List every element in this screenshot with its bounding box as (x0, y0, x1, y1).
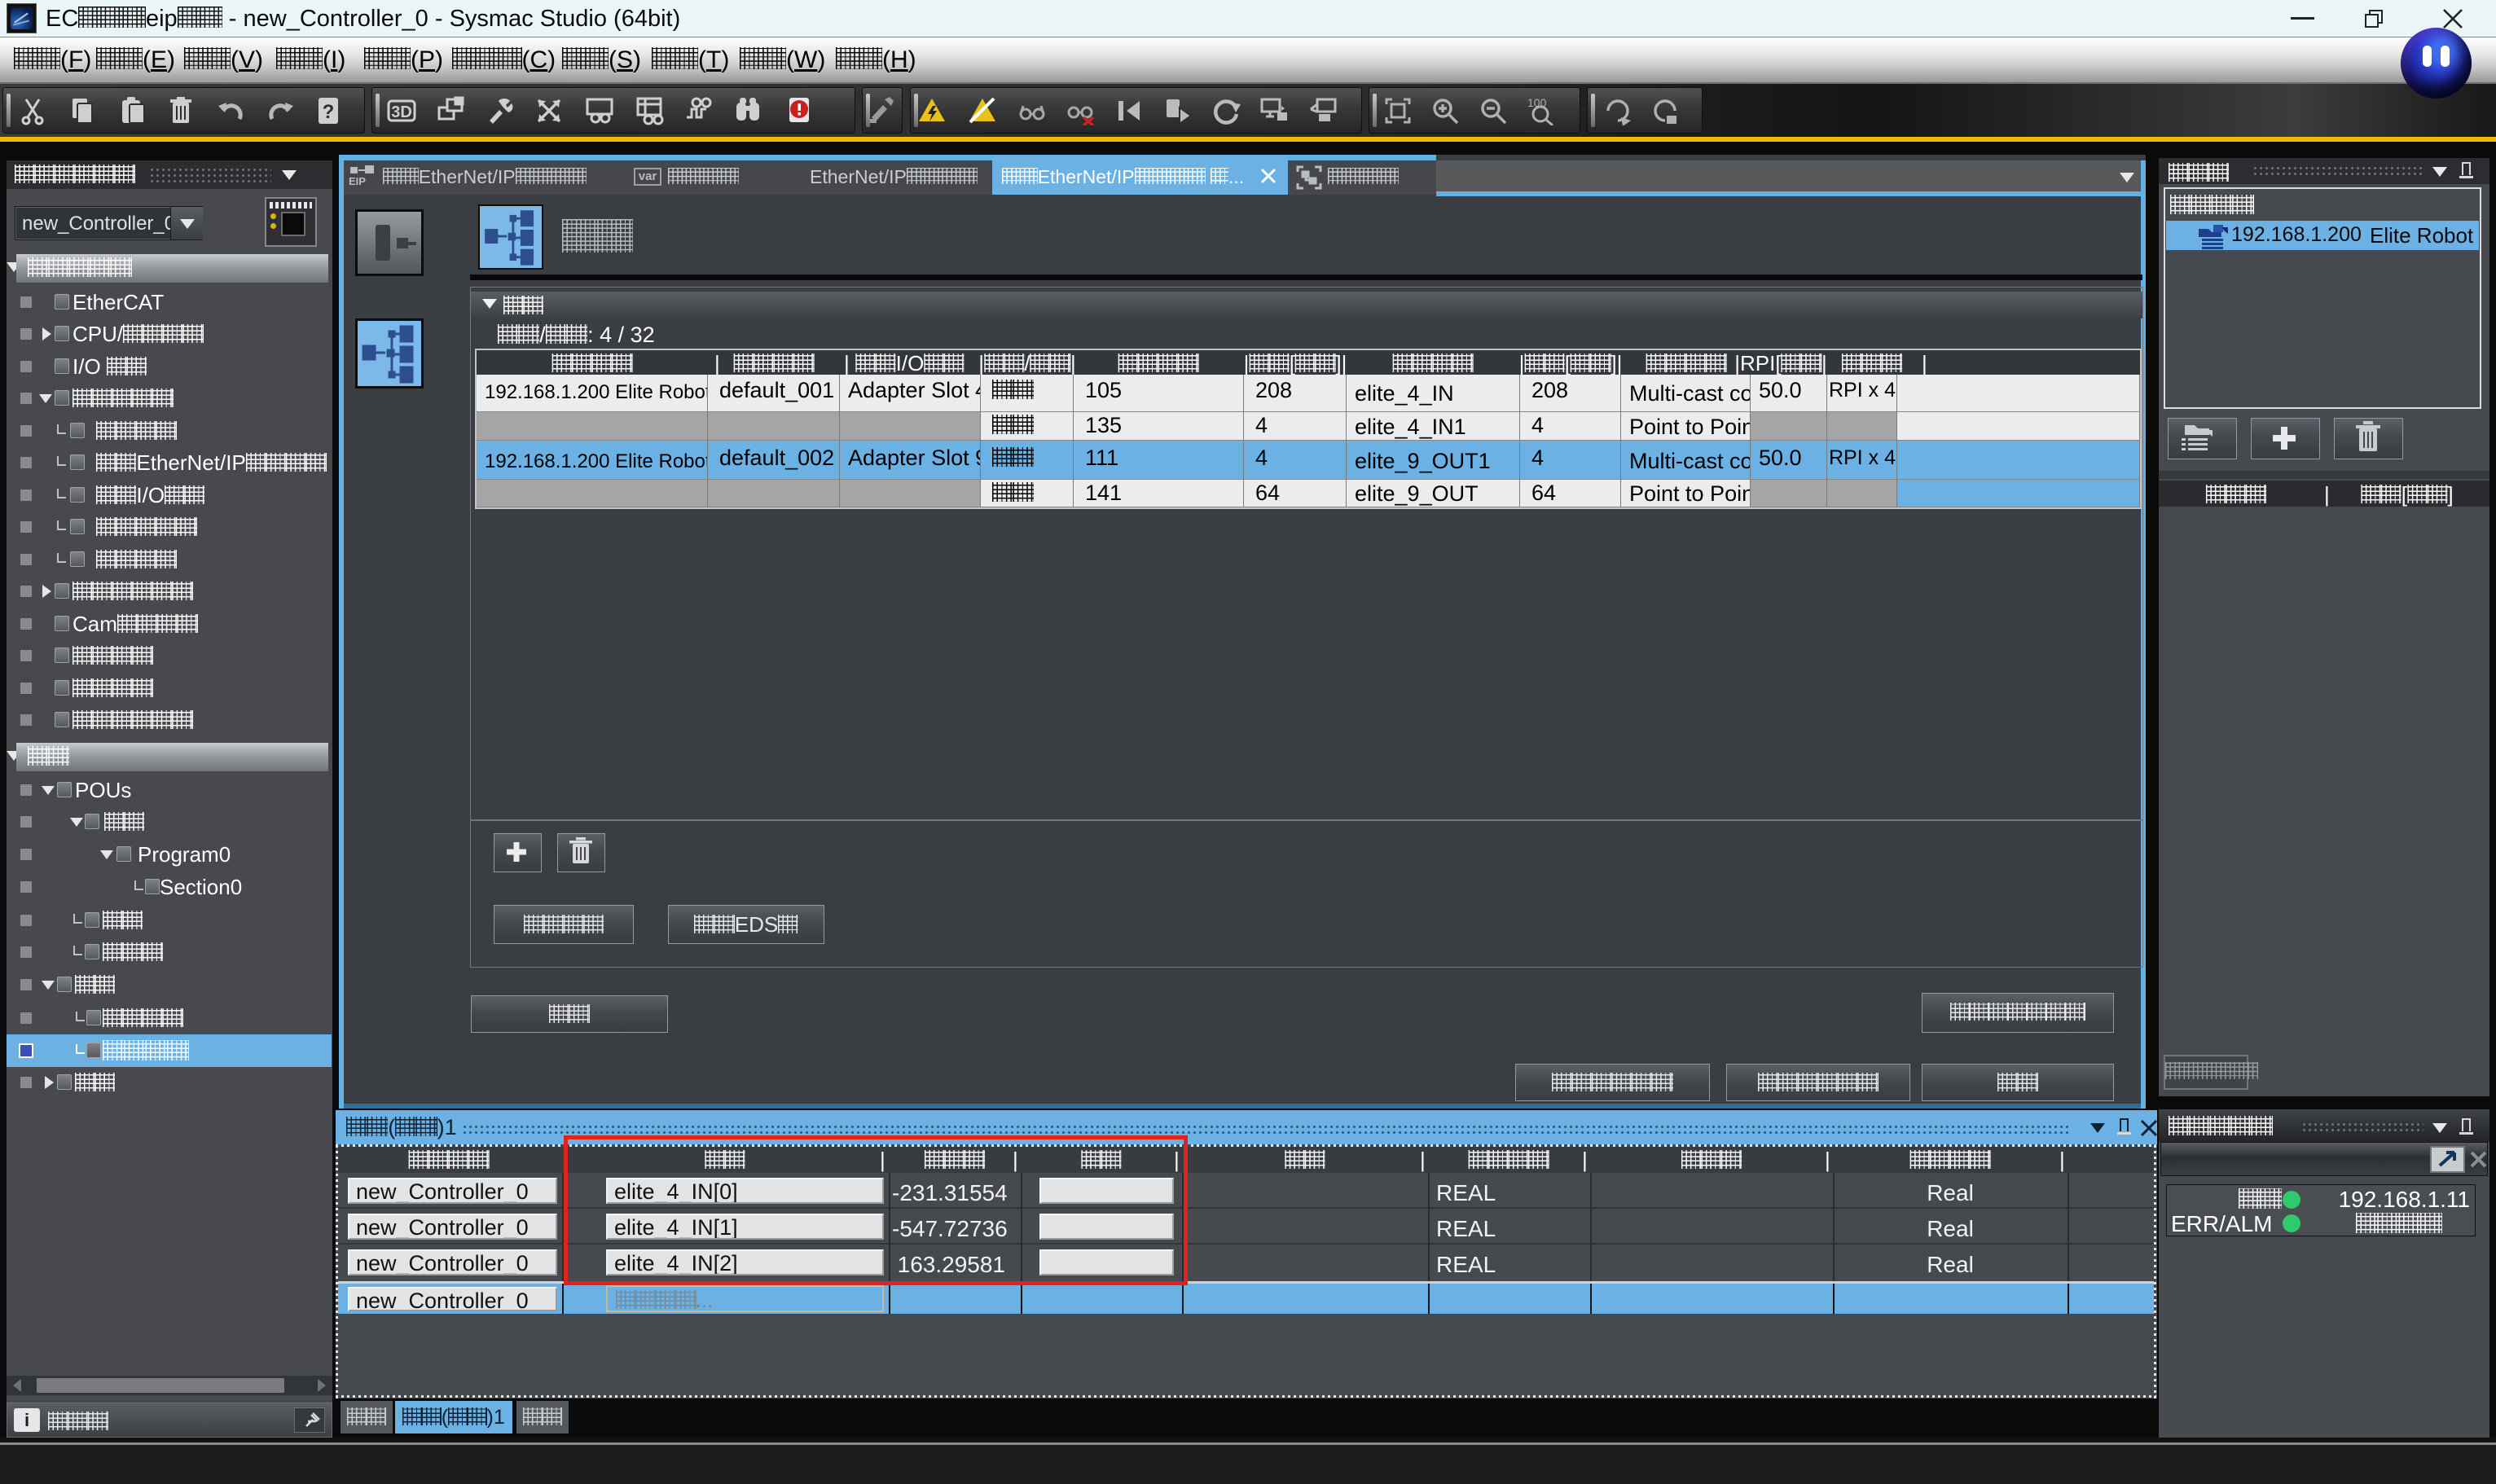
svg-text:?: ? (323, 101, 335, 123)
svg-text:3D: 3D (391, 103, 412, 121)
svg-text:EIP: EIP (349, 175, 366, 187)
